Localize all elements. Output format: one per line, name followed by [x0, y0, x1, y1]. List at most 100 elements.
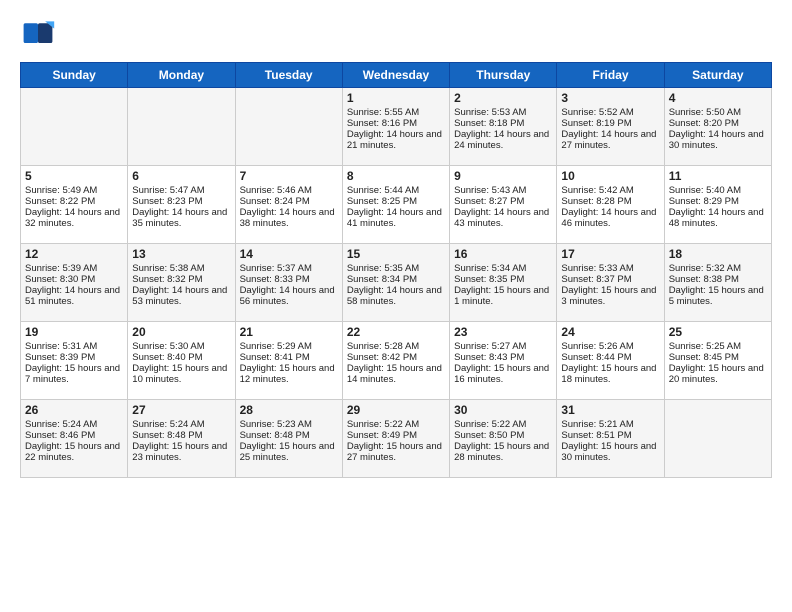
day-number: 29 — [347, 403, 445, 417]
days-header-row: SundayMondayTuesdayWednesdayThursdayFrid… — [21, 63, 772, 88]
day-info: Daylight: 14 hours and 48 minutes. — [669, 207, 767, 229]
day-info: Sunset: 8:45 PM — [669, 352, 767, 363]
day-info: Sunrise: 5:30 AM — [132, 341, 230, 352]
day-info: Sunrise: 5:43 AM — [454, 185, 552, 196]
week-row-4: 19Sunrise: 5:31 AMSunset: 8:39 PMDayligh… — [21, 322, 772, 400]
day-info: Daylight: 15 hours and 27 minutes. — [347, 441, 445, 463]
week-row-2: 5 Sunrise: 5:49 AMSunset: 8:22 PM Daylight… — [21, 166, 772, 244]
day-info: Sunset: 8:39 PM — [25, 352, 123, 363]
calendar-cell: 29Sunrise: 5:22 AMSunset: 8:49 PMDayligh… — [342, 400, 449, 478]
day-info: Daylight: 15 hours and 16 minutes. — [454, 363, 552, 385]
day-info: Sunset: 8:43 PM — [454, 352, 552, 363]
day-info: Sunset: 8:27 PM — [454, 196, 552, 207]
day-number: 3 — [561, 91, 659, 105]
day-info: Sunset: 8:35 PM — [454, 274, 552, 285]
calendar-cell: 27Sunrise: 5:24 AMSunset: 8:48 PMDayligh… — [128, 400, 235, 478]
day-info: Sunset: 8:37 PM — [561, 274, 659, 285]
day-info: Sunset: 8:44 PM — [561, 352, 659, 363]
day-info: Daylight: 15 hours and 18 minutes. — [561, 363, 659, 385]
day-info: Sunrise: 5:53 AM — [454, 107, 552, 118]
day-info: Daylight: 14 hours and 27 minutes. — [561, 129, 659, 151]
calendar-cell: 2 Sunrise: 5:53 AMSunset: 8:18 PMDaylight… — [450, 88, 557, 166]
day-number: 9 — [454, 169, 552, 183]
day-number: 25 — [669, 325, 767, 339]
day-number: 12 — [25, 247, 123, 261]
day-number: 22 — [347, 325, 445, 339]
page: SundayMondayTuesdayWednesdayThursdayFrid… — [0, 0, 792, 612]
day-info: Daylight: 15 hours and 28 minutes. — [454, 441, 552, 463]
day-info: Sunrise: 5:22 AM — [347, 419, 445, 430]
calendar-cell: 21Sunrise: 5:29 AMSunset: 8:41 PMDayligh… — [235, 322, 342, 400]
day-info: Sunrise: 5:24 AM — [25, 419, 123, 430]
calendar-cell — [664, 400, 771, 478]
day-number: 10 — [561, 169, 659, 183]
day-info: Sunset: 8:48 PM — [240, 430, 338, 441]
calendar-cell: 9 Sunrise: 5:43 AMSunset: 8:27 PMDaylight… — [450, 166, 557, 244]
calendar-cell: 8Sunrise: 5:44 AMSunset: 8:25 PMDaylight… — [342, 166, 449, 244]
day-info: Daylight: 15 hours and 20 minutes. — [669, 363, 767, 385]
day-header-tuesday: Tuesday — [235, 63, 342, 88]
day-info: Sunset: 8:20 PM — [669, 118, 767, 129]
day-info: Daylight: 14 hours and 56 minutes. — [240, 285, 338, 307]
day-number: 15 — [347, 247, 445, 261]
day-info: Daylight: 14 hours and 43 minutes. — [454, 207, 552, 229]
calendar-cell: 25Sunrise: 5:25 AMSunset: 8:45 PMDayligh… — [664, 322, 771, 400]
day-info: Sunset: 8:41 PM — [240, 352, 338, 363]
day-number: 4 — [669, 91, 767, 105]
day-info: Daylight: 15 hours and 22 minutes. — [25, 441, 123, 463]
day-info: Daylight: 15 hours and 30 minutes. — [561, 441, 659, 463]
calendar-cell: 12Sunrise: 5:39 AMSunset: 8:30 PMDayligh… — [21, 244, 128, 322]
calendar-cell: 11Sunrise: 5:40 AMSunset: 8:29 PMDayligh… — [664, 166, 771, 244]
day-info: Sunset: 8:46 PM — [25, 430, 123, 441]
day-info: Sunset: 8:23 PM — [132, 196, 230, 207]
week-row-3: 12Sunrise: 5:39 AMSunset: 8:30 PMDayligh… — [21, 244, 772, 322]
day-header-sunday: Sunday — [21, 63, 128, 88]
day-info: Sunset: 8:22 PM — [25, 196, 123, 207]
day-info: Sunset: 8:24 PM — [240, 196, 338, 207]
day-info: Daylight: 14 hours and 24 minutes. — [454, 129, 552, 151]
day-info: Daylight: 15 hours and 14 minutes. — [347, 363, 445, 385]
day-number: 19 — [25, 325, 123, 339]
day-number: 30 — [454, 403, 552, 417]
day-info: Daylight: 15 hours and 10 minutes. — [132, 363, 230, 385]
calendar-cell: 28Sunrise: 5:23 AMSunset: 8:48 PMDayligh… — [235, 400, 342, 478]
day-info: Daylight: 15 hours and 5 minutes. — [669, 285, 767, 307]
header — [20, 16, 772, 52]
logo — [20, 16, 60, 52]
day-info: Daylight: 14 hours and 30 minutes. — [669, 129, 767, 151]
day-info: Sunrise: 5:23 AM — [240, 419, 338, 430]
day-number: 11 — [669, 169, 767, 183]
day-info: Daylight: 15 hours and 1 minute. — [454, 285, 552, 307]
calendar-cell — [235, 88, 342, 166]
day-info: Sunrise: 5:49 AM — [25, 185, 123, 196]
day-info: Sunset: 8:18 PM — [454, 118, 552, 129]
day-info: Sunrise: 5:24 AM — [132, 419, 230, 430]
calendar-cell: 30Sunrise: 5:22 AMSunset: 8:50 PMDayligh… — [450, 400, 557, 478]
day-number: 23 — [454, 325, 552, 339]
day-info: Sunrise: 5:26 AM — [561, 341, 659, 352]
calendar-cell — [128, 88, 235, 166]
day-number: 16 — [454, 247, 552, 261]
week-row-1: 1Sunrise: 5:55 AMSunset: 8:16 PMDaylight… — [21, 88, 772, 166]
day-info: Sunset: 8:40 PM — [132, 352, 230, 363]
day-number: 13 — [132, 247, 230, 261]
calendar-cell: 17Sunrise: 5:33 AMSunset: 8:37 PMDayligh… — [557, 244, 664, 322]
calendar-cell: 14Sunrise: 5:37 AMSunset: 8:33 PMDayligh… — [235, 244, 342, 322]
day-number: 28 — [240, 403, 338, 417]
day-info: Sunrise: 5:32 AM — [669, 263, 767, 274]
day-info: Sunrise: 5:55 AM — [347, 107, 445, 118]
calendar-cell: 4Sunrise: 5:50 AMSunset: 8:20 PMDaylight… — [664, 88, 771, 166]
day-info: Sunset: 8:28 PM — [561, 196, 659, 207]
day-info: Daylight: 15 hours and 3 minutes. — [561, 285, 659, 307]
day-info: Daylight: 14 hours and 53 minutes. — [132, 285, 230, 307]
day-info: Daylight: 14 hours and 41 minutes. — [347, 207, 445, 229]
day-info: Daylight: 14 hours and 51 minutes. — [25, 285, 123, 307]
day-info: Sunrise: 5:35 AM — [347, 263, 445, 274]
day-info: Sunset: 8:42 PM — [347, 352, 445, 363]
day-info: Daylight: 15 hours and 7 minutes. — [25, 363, 123, 385]
day-number: 5 — [25, 169, 123, 183]
calendar-cell: 31Sunrise: 5:21 AMSunset: 8:51 PMDayligh… — [557, 400, 664, 478]
day-number: 21 — [240, 325, 338, 339]
week-row-5: 26Sunrise: 5:24 AMSunset: 8:46 PMDayligh… — [21, 400, 772, 478]
day-number: 2 — [454, 91, 552, 105]
